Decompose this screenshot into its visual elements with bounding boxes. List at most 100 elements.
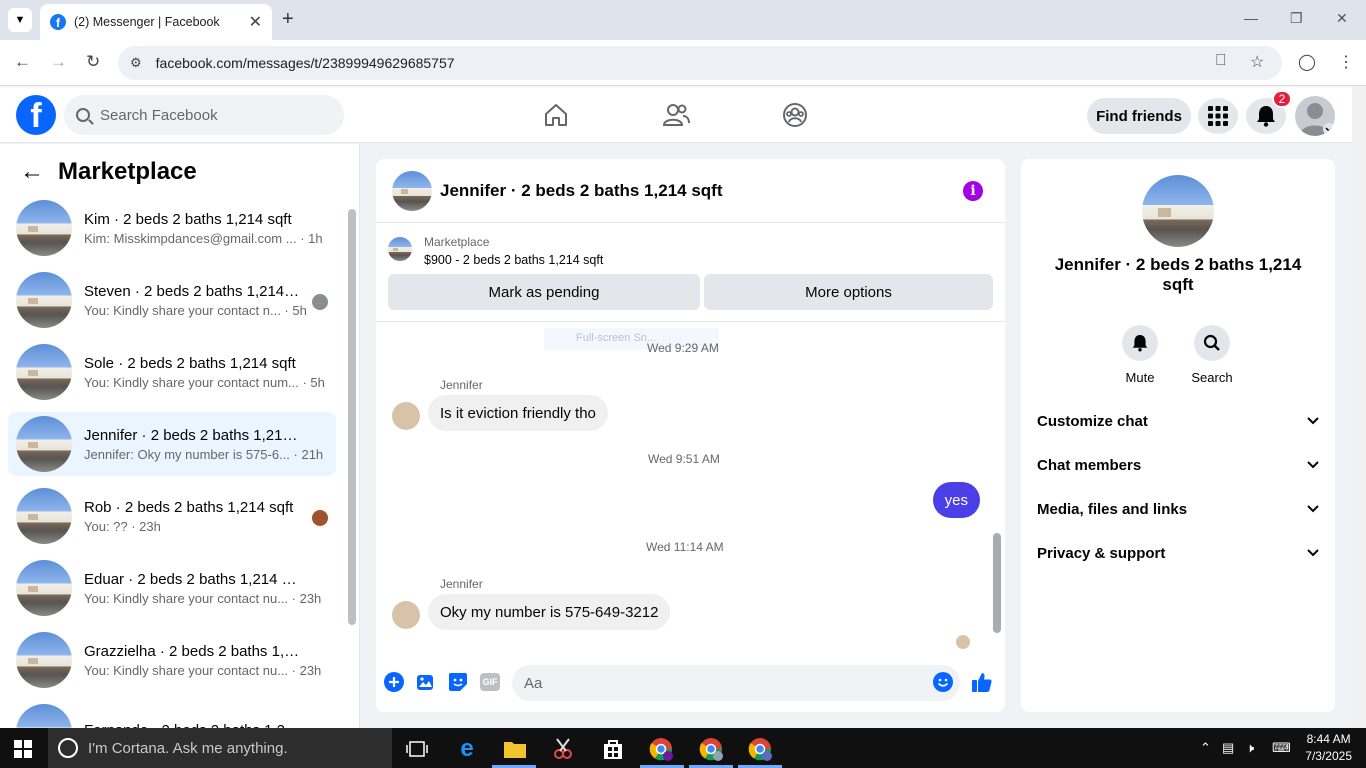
privacy-support-row[interactable]: Privacy & support: [1037, 531, 1319, 575]
page-title: Marketplace: [58, 158, 197, 185]
conversation-item[interactable]: Steven · 2 beds 2 baths 1,214 s... You: K…: [8, 268, 336, 332]
scrollbar-thumb[interactable]: [348, 209, 356, 625]
search-in-chat-button[interactable]: Search: [1182, 325, 1242, 385]
close-tab-icon[interactable]: ✕: [249, 12, 262, 32]
ime-icon[interactable]: ⌨: [1272, 740, 1291, 756]
restore-icon[interactable]: ❐: [1290, 10, 1303, 27]
clock-time: 8:44 AM: [1306, 732, 1351, 746]
listing-thumbnail: [16, 416, 72, 472]
customize-chat-row[interactable]: Customize chat: [1037, 399, 1319, 443]
menu-dots-icon[interactable]: ⋮: [1338, 52, 1354, 72]
mute-button[interactable]: Mute: [1110, 325, 1170, 385]
conversation-list-scrollbar[interactable]: [346, 193, 358, 728]
close-window-icon[interactable]: ✕: [1336, 10, 1348, 27]
conversation-item[interactable]: Grazzielha · 2 beds 2 baths 1,214... You:…: [8, 628, 336, 692]
reload-icon[interactable]: ↻: [86, 52, 100, 72]
info-icon[interactable]: i: [963, 181, 983, 201]
listing-thumbnail: [16, 200, 72, 256]
conversation-item[interactable]: Kim · 2 beds 2 baths 1,214 sqft Kim: Miss…: [8, 196, 336, 260]
bell-icon: [1122, 325, 1158, 361]
marketplace-label: Marketplace: [424, 235, 490, 249]
conversation-text: Rob · 2 beds 2 baths 1,214 sqft You: ?? ·…: [84, 499, 336, 534]
minimize-icon[interactable]: —: [1244, 10, 1258, 26]
seen-avatar: [312, 294, 328, 310]
sticker-icon[interactable]: [447, 671, 469, 693]
conversation-list-panel: ← Marketplace Kim · 2 beds 2 baths 1,214…: [0, 144, 360, 728]
message-input[interactable]: Aa: [512, 665, 960, 701]
chat-scrollbar[interactable]: [991, 323, 1003, 649]
conversation-text: Jennifer · 2 beds 2 baths 1,214 sqft Jenn…: [84, 427, 336, 462]
jennifer-avatar[interactable]: [392, 402, 420, 430]
conversation-name: Steven · 2 beds 2 baths 1,214 s...: [84, 282, 302, 300]
conversation-preview: You: Kindly share your contact nu... · 2…: [84, 662, 322, 678]
add-icon[interactable]: [383, 671, 405, 693]
home-icon[interactable]: [542, 101, 570, 129]
edge-icon[interactable]: e: [452, 734, 482, 764]
conversation-item[interactable]: Eduar · 2 beds 2 baths 1,214 sqft You: Ki…: [8, 556, 336, 620]
message-bubble[interactable]: yes: [932, 482, 980, 518]
network-icon[interactable]: ▤: [1222, 740, 1234, 756]
chat-members-row[interactable]: Chat members: [1037, 443, 1319, 487]
chrome-profile-c-icon[interactable]: [745, 734, 775, 764]
listing-profile-picture[interactable]: [1142, 175, 1214, 247]
conversation-name: Sole · 2 beds 2 baths 1,214 sqft: [84, 354, 296, 372]
menu-grid-button[interactable]: [1198, 98, 1238, 134]
show-hidden-icons-icon[interactable]: ⌃: [1200, 740, 1211, 756]
mark-as-pending-button[interactable]: Mark as pending: [388, 274, 700, 310]
media-files-links-row[interactable]: Media, files and links: [1037, 487, 1319, 531]
conversation-name: Jennifer · 2 beds 2 baths 1,214 sqft: [84, 426, 302, 444]
facebook-search-input[interactable]: Search Facebook: [64, 95, 344, 135]
new-tab-button[interactable]: +: [282, 8, 294, 31]
back-icon[interactable]: ←: [14, 52, 31, 72]
store-icon[interactable]: [598, 734, 628, 764]
thumbs-up-icon[interactable]: [971, 671, 993, 693]
listing-thumbnail: [16, 560, 72, 616]
jennifer-avatar[interactable]: [392, 601, 420, 629]
search-icon: [76, 108, 90, 122]
message-bubble[interactable]: Oky my number is 575-649-3212: [428, 594, 671, 630]
groups-icon[interactable]: [781, 101, 809, 129]
file-explorer-icon[interactable]: [500, 734, 530, 764]
bookmark-star-icon[interactable]: ☆: [1250, 52, 1264, 72]
marketplace-listing-card[interactable]: Marketplace $900 - 2 beds 2 baths 1,214 …: [388, 235, 603, 267]
conversation-text: Grazzielha · 2 beds 2 baths 1,214... You:…: [84, 643, 336, 678]
account-avatar[interactable]: [1295, 96, 1335, 136]
conversation-item[interactable]: Sole · 2 beds 2 baths 1,214 sqft You: Kin…: [8, 340, 336, 404]
volume-icon[interactable]: 🕨: [1246, 740, 1254, 756]
install-app-icon[interactable]: ⎕: [1216, 52, 1226, 70]
forward-icon[interactable]: →: [50, 52, 67, 72]
site-settings-icon[interactable]: ⚙: [130, 55, 142, 71]
listing-thumbnail: [16, 272, 72, 328]
chevron-down-icon: ▼: [14, 14, 26, 26]
windows-start-icon[interactable]: [14, 740, 32, 758]
photo-icon[interactable]: [415, 671, 437, 693]
page-scrollbar[interactable]: [1352, 87, 1366, 728]
chat-info-panel: Jennifer · 2 beds 2 baths 1,214 sqft Mut…: [1021, 159, 1335, 712]
listing-thumbnail: [16, 632, 72, 688]
back-arrow-icon[interactable]: ←: [20, 158, 44, 186]
conversation-item[interactable]: Fernando · 2 beds 2 baths 1,214 ...: [8, 700, 336, 728]
conversation-item[interactable]: Rob · 2 beds 2 baths 1,214 sqft You: ?? ·…: [8, 484, 336, 548]
friends-icon[interactable]: [662, 101, 690, 129]
chrome-profile-b-icon[interactable]: [696, 734, 726, 764]
tab-search-button[interactable]: ▼: [8, 8, 32, 32]
system-clock[interactable]: 8:44 AM 7/3/2025: [1305, 731, 1352, 765]
gif-icon[interactable]: GIF: [479, 671, 501, 693]
chrome-profile-a-icon[interactable]: [646, 734, 676, 764]
task-view-icon[interactable]: [402, 734, 432, 764]
sender-name: Jennifer: [440, 378, 483, 392]
emoji-icon[interactable]: [932, 671, 954, 693]
snipping-tool-icon[interactable]: [548, 734, 578, 764]
chat-title[interactable]: Jennifer · 2 beds 2 baths 1,214 sqft: [440, 181, 722, 201]
scrollbar-thumb[interactable]: [993, 533, 1001, 633]
facebook-logo-icon[interactable]: f: [16, 95, 56, 135]
message-bubble[interactable]: Is it eviction friendly tho: [428, 395, 608, 431]
browser-tab[interactable]: f (2) Messenger | Facebook ✕: [40, 4, 272, 40]
profile-icon[interactable]: ◯: [1298, 52, 1316, 72]
listing-thumbnail[interactable]: [392, 170, 432, 211]
more-options-button[interactable]: More options: [704, 274, 993, 310]
conversation-item[interactable]: Jennifer · 2 beds 2 baths 1,214 sqft Jenn…: [8, 412, 336, 476]
cortana-search-box[interactable]: I'm Cortana. Ask me anything.: [48, 728, 392, 768]
find-friends-button[interactable]: Find friends: [1087, 98, 1191, 134]
url-input[interactable]: ⚙ facebook.com/messages/t/23899949629685…: [118, 46, 1282, 80]
